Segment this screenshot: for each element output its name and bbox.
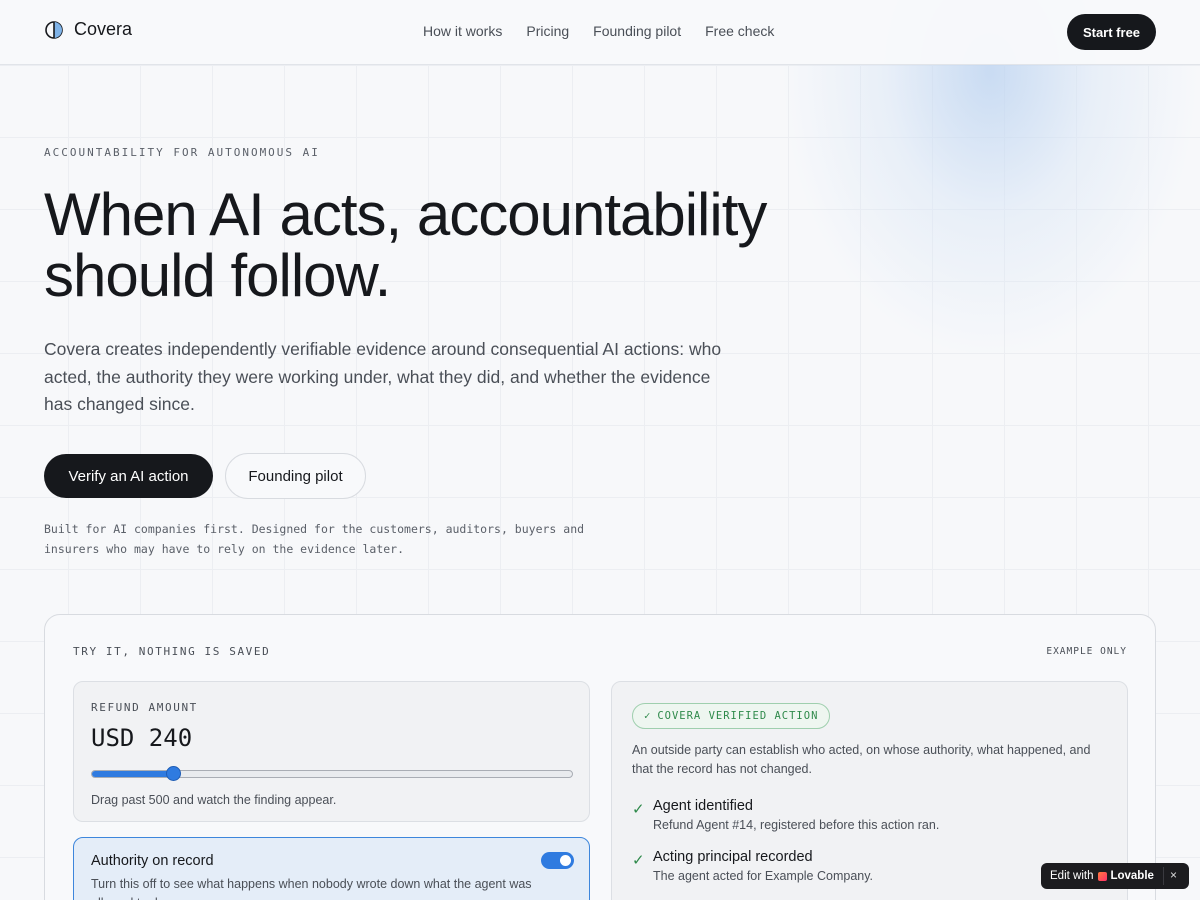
- close-icon[interactable]: ×: [1170, 868, 1177, 882]
- hero-headline: When AI acts, accountability should foll…: [44, 184, 864, 306]
- brand-logo[interactable]: Covera: [44, 19, 132, 40]
- lovable-brand-name: Lovable: [1110, 870, 1154, 882]
- headline-line-1: When AI acts, accountability: [44, 181, 767, 248]
- check-title: Acting principal recorded: [653, 849, 813, 865]
- edit-with-label: Edit with: [1050, 870, 1094, 882]
- nav-link-how-it-works[interactable]: How it works: [423, 23, 502, 39]
- edit-with-lovable-badge[interactable]: Edit with Lovable ×: [1041, 863, 1189, 889]
- nav-links: How it works Pricing Founding pilot Free…: [423, 23, 774, 39]
- nav-link-pricing[interactable]: Pricing: [526, 23, 569, 39]
- nav-link-founding-pilot[interactable]: Founding pilot: [593, 23, 681, 39]
- check-detail: Refund Agent #14, registered before this…: [653, 818, 940, 832]
- example-only-tag: EXAMPLE ONLY: [1046, 646, 1127, 657]
- refund-slider-fill: [92, 771, 174, 777]
- lovable-logo-icon: [1098, 871, 1108, 881]
- verified-badge-label: COVERA VERIFIED ACTION: [657, 710, 819, 722]
- hero-description: Covera creates independently verifiable …: [44, 339, 722, 414]
- authority-title: Authority on record: [91, 853, 214, 869]
- verified-description: An outside party can establish who acted…: [632, 743, 1091, 776]
- check-detail: The agent acted for Example Company.: [653, 869, 874, 883]
- badge-divider: [1163, 867, 1164, 885]
- refund-slider-thumb[interactable]: [165, 766, 181, 781]
- brand-name: Covera: [74, 19, 133, 39]
- refund-amount-label: REFUND AMOUNT: [91, 701, 198, 714]
- demo-label: TRY IT, NOTHING IS SAVED: [73, 645, 271, 658]
- check-title: Agent identified: [653, 798, 753, 814]
- logo-icon: [45, 20, 63, 39]
- authority-toggle[interactable]: [541, 852, 574, 869]
- authority-description: Turn this off to see what happens when n…: [91, 877, 532, 900]
- verified-action-badge: ✓ COVERA VERIFIED ACTION: [632, 703, 831, 729]
- demo-card: TRY IT, NOTHING IS SAVED EXAMPLE ONLY RE…: [44, 614, 1156, 900]
- founding-pilot-button[interactable]: Founding pilot: [225, 453, 366, 499]
- nav-link-free-check[interactable]: Free check: [705, 23, 774, 39]
- refund-panel: REFUND AMOUNT USD 240 Drag past 500 and …: [73, 681, 590, 822]
- headline-line-2: should follow.: [44, 242, 391, 309]
- authority-panel[interactable]: Authority on record Turn this off to see…: [73, 837, 590, 900]
- check-icon: ✓: [632, 852, 645, 869]
- start-free-button[interactable]: Start free: [1067, 14, 1156, 50]
- top-navigation: Covera How it works Pricing Founding pil…: [0, 0, 1200, 65]
- checkmark-icon: ✓: [644, 710, 652, 722]
- refund-slider-track[interactable]: [91, 770, 573, 778]
- built-for-note: Built for AI companies first. Designed f…: [44, 522, 585, 556]
- toggle-knob: [560, 855, 571, 866]
- check-icon: ✓: [632, 801, 645, 818]
- verify-ai-action-button[interactable]: Verify an AI action: [44, 454, 213, 498]
- lovable-brand: Lovable: [1098, 870, 1154, 882]
- hero-eyebrow: ACCOUNTABILITY FOR AUTONOMOUS AI: [44, 146, 320, 159]
- refund-slider-hint: Drag past 500 and watch the finding appe…: [91, 793, 337, 807]
- refund-amount-value: USD 240: [91, 724, 193, 752]
